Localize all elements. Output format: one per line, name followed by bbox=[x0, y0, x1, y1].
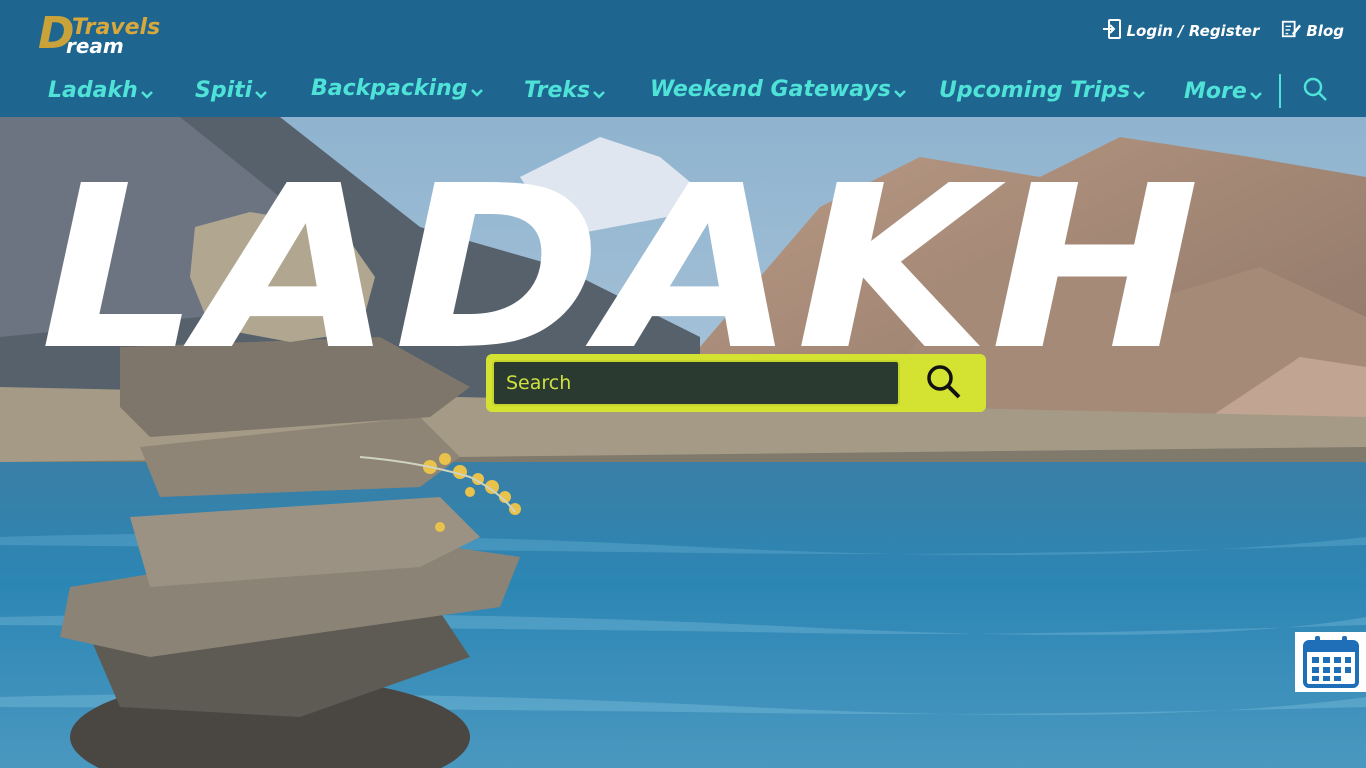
nav-item-treks[interactable]: Treks bbox=[524, 78, 606, 103]
chevron-down-icon bbox=[593, 90, 605, 99]
chevron-down-icon bbox=[1249, 91, 1262, 100]
search-icon bbox=[927, 364, 961, 398]
nav-item-backpacking[interactable]: Backpacking bbox=[311, 76, 484, 101]
nav-divider bbox=[1279, 74, 1281, 108]
site-header: D Travels ream Login / Register Blog Lad… bbox=[0, 0, 1366, 117]
main-nav: Ladakh Spiti Backpacking Treks Weekend G… bbox=[0, 74, 1366, 114]
hero-section: LADAKH bbox=[0, 117, 1366, 768]
nav-item-label: More bbox=[1184, 79, 1247, 104]
nav-item-ladakh[interactable]: Ladakh bbox=[48, 78, 154, 103]
nav-item-label: Ladakh bbox=[48, 78, 138, 103]
nav-item-weekend-gateways[interactable]: Weekend Gateways bbox=[650, 77, 907, 102]
chevron-down-icon bbox=[470, 88, 483, 97]
site-logo[interactable]: D Travels ream bbox=[38, 12, 168, 58]
blog-link[interactable]: Blog bbox=[1281, 18, 1344, 44]
hero-title-text: LADAKH bbox=[40, 161, 1200, 361]
search-input[interactable] bbox=[492, 360, 900, 406]
search-button[interactable] bbox=[906, 358, 982, 408]
calendar-button[interactable] bbox=[1295, 632, 1366, 692]
login-register-label: Login / Register bbox=[1126, 22, 1260, 40]
nav-item-upcoming-trips[interactable]: Upcoming Trips bbox=[939, 78, 1146, 103]
chevron-down-icon bbox=[893, 89, 906, 98]
nav-item-label: Weekend Gateways bbox=[650, 77, 891, 102]
edit-icon bbox=[1281, 18, 1302, 44]
blog-label: Blog bbox=[1306, 22, 1344, 40]
login-register-link[interactable]: Login / Register bbox=[1102, 18, 1260, 44]
nav-item-label: Backpacking bbox=[311, 76, 468, 101]
chevron-down-icon bbox=[1133, 90, 1146, 99]
nav-item-more[interactable]: More bbox=[1184, 79, 1263, 104]
nav-item-label: Upcoming Trips bbox=[939, 78, 1131, 103]
chevron-down-icon bbox=[255, 90, 268, 99]
chevron-down-icon bbox=[140, 90, 153, 99]
hero-search-box bbox=[486, 354, 986, 412]
hero-title: LADAKH bbox=[40, 161, 1200, 361]
login-icon bbox=[1102, 18, 1122, 44]
nav-item-label: Treks bbox=[524, 78, 591, 103]
top-links: Login / Register Blog bbox=[1102, 18, 1344, 44]
search-icon[interactable] bbox=[1300, 74, 1330, 104]
logo-ream: ream bbox=[66, 34, 124, 58]
calendar-icon bbox=[1303, 636, 1359, 688]
nav-item-spiti[interactable]: Spiti bbox=[195, 78, 268, 103]
nav-item-label: Spiti bbox=[195, 78, 253, 103]
